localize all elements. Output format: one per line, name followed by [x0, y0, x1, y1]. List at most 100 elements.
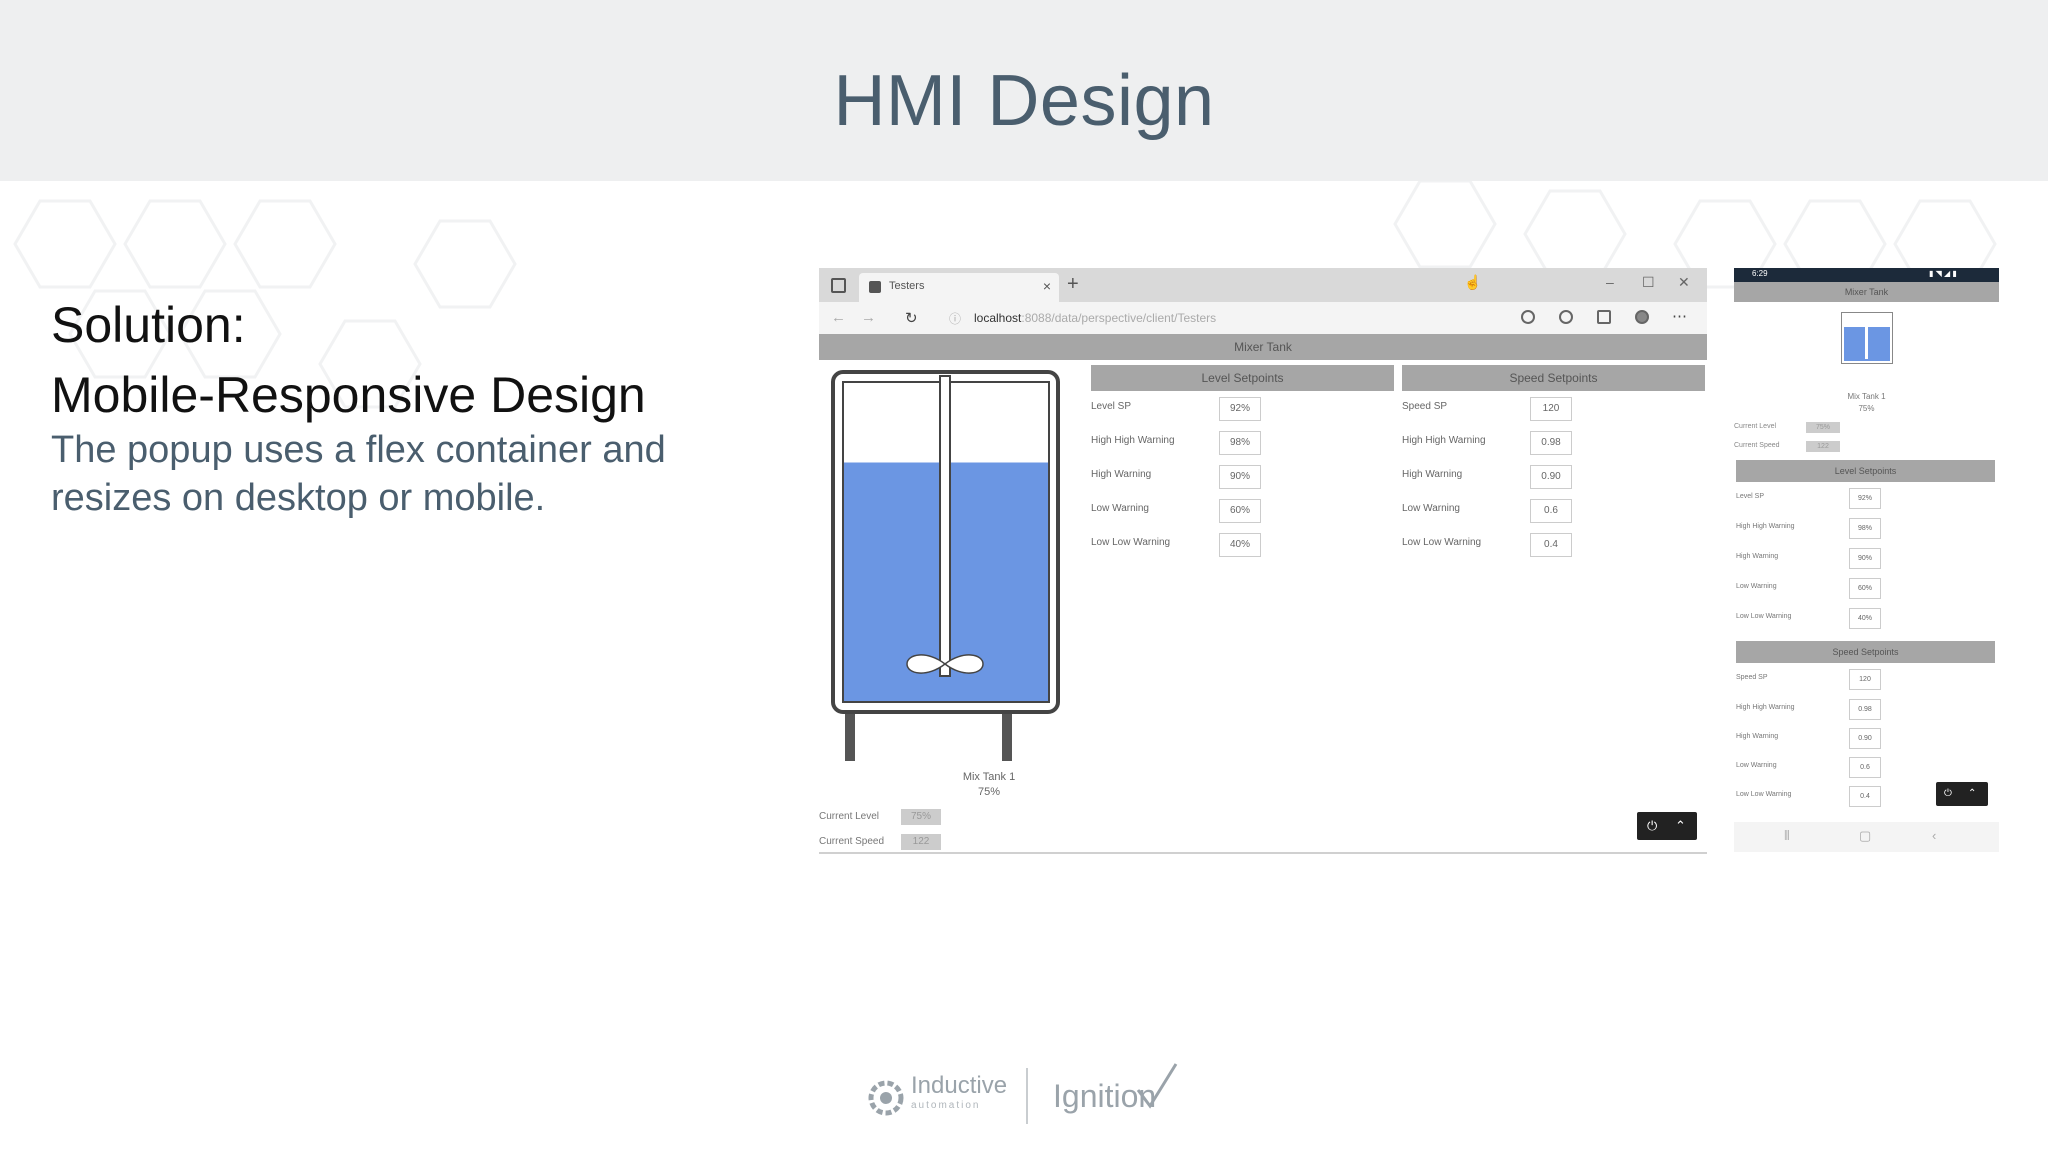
- mobile-setpoint-row: Low Warning 60%: [1734, 574, 1999, 604]
- back-icon[interactable]: ‹: [1932, 828, 1936, 843]
- dock-toggle-button[interactable]: ⏻ ⌃: [1637, 812, 1697, 840]
- chevron-up-icon: ⌃: [1968, 788, 1977, 799]
- url-input[interactable]: localhost:8088/data/perspective/client/T…: [974, 311, 1216, 325]
- setpoint-input[interactable]: 90%: [1849, 548, 1881, 569]
- current-level-label: Current Level: [819, 811, 880, 822]
- url-host: localhost: [974, 311, 1022, 325]
- profile-icon[interactable]: [1635, 310, 1649, 324]
- app-title-bar: Mixer Tank: [819, 334, 1707, 360]
- power-icon: ⏻: [1647, 818, 1658, 833]
- setpoint-row: Level SP 92%: [1091, 391, 1394, 425]
- current-level-value: 75%: [901, 809, 941, 825]
- mobile-setpoint-row: High High Warning 98%: [1734, 514, 1999, 544]
- setpoint-input[interactable]: 0.4: [1530, 533, 1572, 557]
- setpoint-input[interactable]: 0.98: [1530, 431, 1572, 455]
- setpoint-label: Low Warning: [1091, 503, 1149, 514]
- cursor-icon: ☝: [1464, 274, 1482, 290]
- mobile-setpoint-row: Low Warning 0.6: [1734, 753, 1999, 783]
- mobile-nav-bar: ⦀ ▢ ‹: [1734, 822, 1999, 852]
- forward-icon[interactable]: →: [861, 309, 876, 326]
- mobile-current-level-label: Current Level: [1734, 423, 1777, 430]
- site-info-icon[interactable]: ⓘ: [949, 310, 961, 327]
- setpoint-label: Low Warning: [1736, 762, 1777, 769]
- tab-favicon-icon: [869, 281, 881, 293]
- setpoint-input[interactable]: 0.90: [1849, 728, 1881, 749]
- setpoint-input[interactable]: 40%: [1849, 608, 1881, 629]
- solution-description: The popup uses a flex container and resi…: [51, 429, 666, 519]
- setpoint-input[interactable]: 40%: [1219, 533, 1261, 557]
- speed-setpoints-panel: Speed Setpoints Speed SP 120 High High Wa…: [1402, 365, 1705, 561]
- setpoint-input[interactable]: 0.90: [1530, 465, 1572, 489]
- setpoint-input[interactable]: 0.6: [1530, 499, 1572, 523]
- setpoint-row: Low Low Warning 40%: [1091, 527, 1394, 561]
- setpoint-label: High High Warning: [1736, 704, 1795, 711]
- setpoint-input[interactable]: 120: [1849, 669, 1881, 690]
- setpoint-input[interactable]: 90%: [1219, 465, 1261, 489]
- slide-title: HMI Design: [833, 61, 1215, 141]
- home-icon[interactable]: ▢: [1859, 828, 1871, 844]
- favorites-icon[interactable]: [1559, 310, 1573, 324]
- automation-logo-text: automation: [911, 1100, 981, 1111]
- back-icon[interactable]: ←: [831, 309, 846, 326]
- maximize-icon[interactable]: ☐: [1642, 274, 1655, 291]
- setpoint-row: Low Warning 60%: [1091, 493, 1394, 527]
- browser-tab-testers[interactable]: Testers ×: [859, 273, 1059, 302]
- setpoint-label: Low Low Warning: [1402, 537, 1482, 548]
- collections-icon[interactable]: [1597, 310, 1611, 324]
- setpoint-label: Level SP: [1091, 401, 1132, 412]
- minimize-icon[interactable]: –: [1606, 274, 1614, 290]
- mobile-current-speed-label: Current Speed: [1734, 442, 1780, 449]
- agitator-shaft: [939, 375, 951, 677]
- setpoint-label: High High Warning: [1091, 435, 1175, 446]
- setpoint-input[interactable]: 92%: [1849, 488, 1881, 509]
- tank-name-label: Mix Tank 1: [962, 771, 1016, 783]
- setpoint-row: Low Warning 0.6: [1402, 493, 1705, 527]
- setpoint-label: High High Warning: [1736, 523, 1795, 530]
- setpoint-label: Low Low Warning: [1736, 791, 1792, 798]
- inductive-automation-logo-icon: [868, 1080, 904, 1116]
- setpoint-input[interactable]: 0.4: [1849, 786, 1881, 807]
- setpoint-label: Speed SP: [1736, 674, 1768, 681]
- slide-header: HMI Design: [0, 0, 2048, 181]
- more-options-icon[interactable]: ⋯: [1672, 307, 1687, 325]
- tab-close-icon[interactable]: ×: [1043, 278, 1051, 294]
- current-speed-label: Current Speed: [819, 836, 885, 847]
- url-path: :8088/data/perspective/client/Testers: [1021, 311, 1217, 325]
- setpoint-input[interactable]: 98%: [1219, 431, 1261, 455]
- mobile-screenshot: 6:29 ▮ ◥ ◢ ▮ Mixer Tank Mix Tank 1 75% C…: [1734, 268, 1999, 852]
- setpoint-input[interactable]: 98%: [1849, 518, 1881, 539]
- setpoint-input[interactable]: 92%: [1219, 397, 1261, 421]
- solution-heading: Solution: Mobile-Responsive Design: [51, 290, 646, 430]
- setpoint-label: Low Low Warning: [1091, 537, 1171, 548]
- logo-divider: [1026, 1068, 1028, 1124]
- close-window-icon[interactable]: ✕: [1678, 274, 1690, 291]
- setpoint-input[interactable]: 60%: [1849, 578, 1881, 599]
- ignition-flame-icon: [1136, 1063, 1178, 1109]
- setpoint-input[interactable]: 0.6: [1849, 757, 1881, 778]
- mobile-tank-name: Mix Tank 1: [1847, 392, 1886, 401]
- setpoint-row: Low Low Warning 0.4: [1402, 527, 1705, 561]
- mixer-tank-graphic: [831, 370, 1060, 761]
- new-tab-icon[interactable]: +: [1067, 273, 1079, 296]
- mobile-dock-toggle-button[interactable]: ⏻ ⌃: [1936, 782, 1988, 806]
- setpoint-input[interactable]: 60%: [1219, 499, 1261, 523]
- tab-actions-icon[interactable]: [831, 278, 846, 293]
- setpoint-row: High Warning 0.90: [1402, 459, 1705, 493]
- power-icon: ⏻: [1944, 788, 1952, 799]
- tank-leg-right: [1002, 709, 1012, 761]
- setpoint-label: Low Warning: [1402, 503, 1460, 514]
- setpoint-label: High High Warning: [1402, 435, 1486, 446]
- setpoint-row: Speed SP 120: [1402, 391, 1705, 425]
- recent-apps-icon[interactable]: ⦀: [1784, 828, 1790, 844]
- setpoint-input[interactable]: 0.98: [1849, 699, 1881, 720]
- desktop-browser-screenshot: Testers × + ☝ – ☐ ✕ ← → ↻ ⓘ localhost:80…: [819, 268, 1707, 854]
- favorites-add-icon[interactable]: [1521, 310, 1535, 324]
- speed-setpoints-header: Speed Setpoints: [1402, 365, 1705, 391]
- setpoint-input[interactable]: 120: [1530, 397, 1572, 421]
- setpoint-label: Speed SP: [1402, 401, 1448, 412]
- mobile-setpoint-row: High High Warning 0.98: [1734, 695, 1999, 725]
- mobile-status-bar: 6:29 ▮ ◥ ◢ ▮: [1734, 268, 1999, 282]
- solution-heading-line1: Solution:: [51, 297, 246, 353]
- browser-address-bar: ← → ↻ ⓘ localhost:8088/data/perspective/…: [819, 302, 1707, 334]
- refresh-icon[interactable]: ↻: [905, 309, 918, 327]
